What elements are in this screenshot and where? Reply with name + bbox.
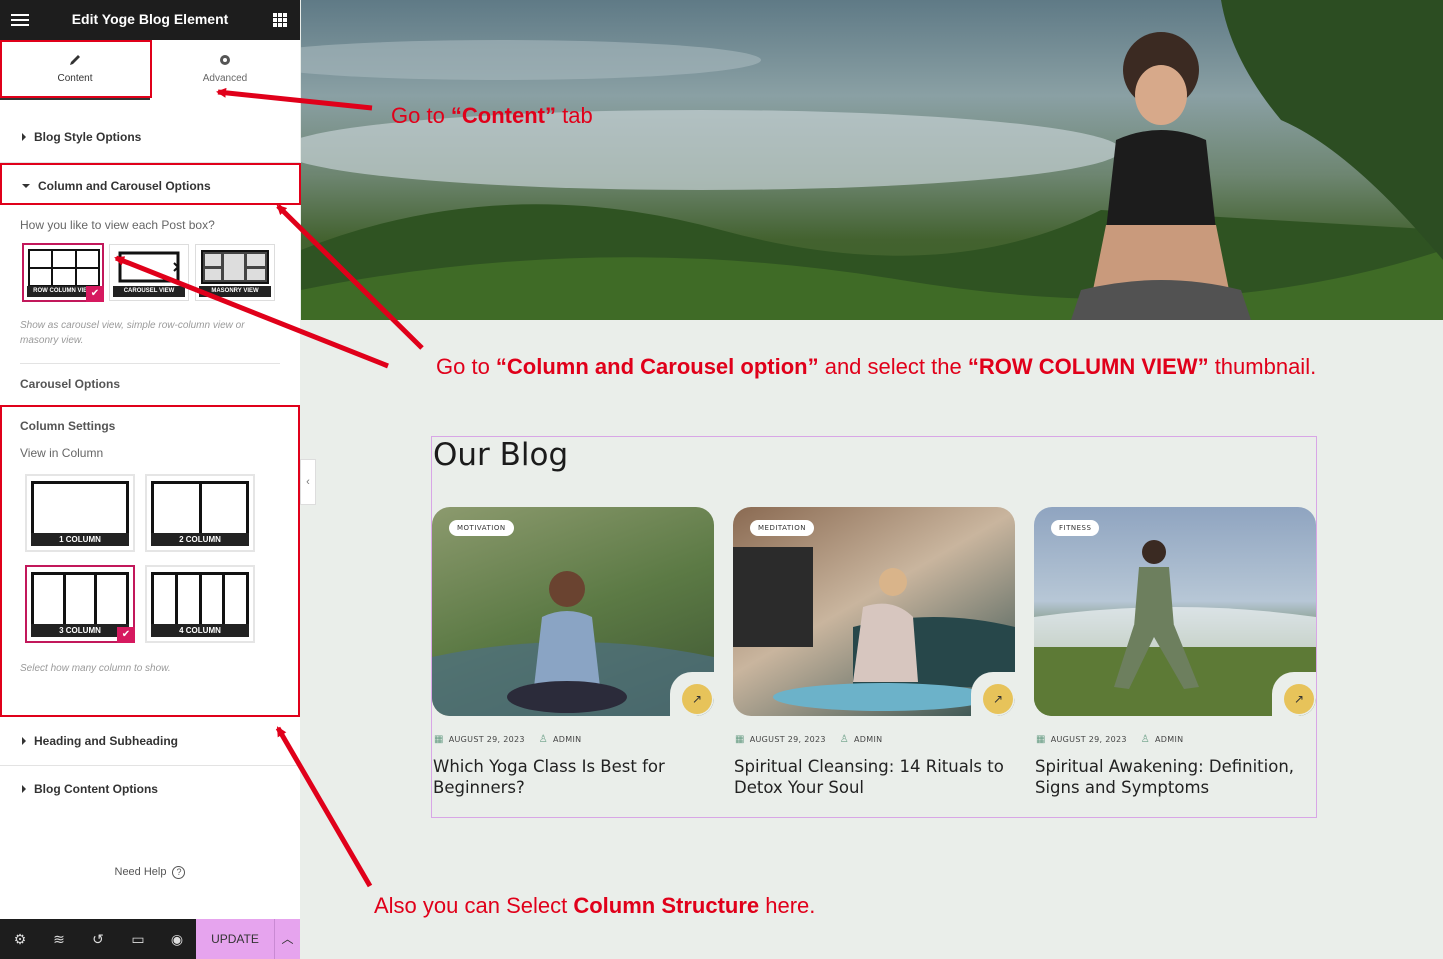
widgets-grid-icon[interactable] bbox=[273, 13, 287, 27]
annotation-column-carousel: Go to “Column and Carousel option” and s… bbox=[436, 354, 1316, 380]
annotation-column-structure: Also you can Select Column Structure her… bbox=[374, 893, 815, 919]
panel-footer: ⚙ ≋ ↺ ▭ ◉ UPDATE ︿ bbox=[0, 919, 300, 959]
annotation-bold: “ROW COLUMN VIEW” bbox=[967, 354, 1209, 379]
post-date: AUGUST 29, 2023 bbox=[1050, 735, 1127, 744]
section-blog-style[interactable]: Blog Style Options bbox=[0, 130, 300, 144]
row-column-view-thumbnail bbox=[28, 249, 100, 287]
gear-icon bbox=[220, 55, 230, 65]
blog-card[interactable]: FITNESS ↗ ▦ AUGUST 29, 2023 ♙ ADMIN Spiritu… bbox=[1034, 507, 1316, 797]
annotation-text: and select the bbox=[818, 354, 968, 379]
check-icon: ✔ bbox=[86, 286, 104, 302]
highlight-content-tab bbox=[0, 40, 152, 98]
highlight-column-carousel bbox=[0, 163, 301, 205]
annotation-text: here. bbox=[759, 893, 816, 918]
category-badge[interactable]: MEDITATION bbox=[750, 520, 814, 536]
settings-gear-icon[interactable]: ⚙ bbox=[12, 931, 28, 947]
tab-advanced[interactable]: Advanced bbox=[150, 40, 300, 98]
post-author[interactable]: ADMIN bbox=[854, 735, 882, 744]
annotation-content-tab: Go to “Content” tab bbox=[391, 103, 593, 129]
divider bbox=[0, 765, 300, 766]
panel-header: Edit Yoge Blog Element bbox=[0, 0, 300, 40]
hero-image bbox=[301, 0, 1443, 320]
annotation-bold: Column Structure bbox=[573, 893, 760, 918]
category-badge[interactable]: MOTIVATION bbox=[449, 520, 514, 536]
caret-right-icon bbox=[22, 785, 26, 794]
annotation-text: Go to bbox=[391, 103, 451, 128]
caret-right-icon bbox=[22, 737, 26, 746]
calendar-icon: ▦ bbox=[735, 734, 745, 745]
annotation-bold: “Content” bbox=[450, 103, 557, 128]
annotation-text: tab bbox=[556, 103, 593, 128]
post-title[interactable]: Spiritual Awakening: Definition, Signs a… bbox=[1035, 756, 1317, 798]
section-blog-content[interactable]: Blog Content Options bbox=[0, 782, 300, 796]
section-heading-subheading[interactable]: Heading and Subheading bbox=[0, 734, 300, 748]
row-column-view-option[interactable]: ROW COLUMN VIEW ✔ bbox=[22, 243, 104, 302]
carousel-options-label[interactable]: Carousel Options bbox=[20, 377, 120, 391]
annotation-text: thumbnail. bbox=[1208, 354, 1317, 379]
arrow-link-icon[interactable]: ↗ bbox=[1284, 684, 1314, 714]
section-label: Heading and Subheading bbox=[34, 734, 179, 748]
tab-advanced-label: Advanced bbox=[202, 73, 248, 84]
responsive-icon[interactable]: ▭ bbox=[130, 931, 146, 947]
preview-eye-icon[interactable]: ◉ bbox=[169, 931, 185, 947]
arrow-link-icon[interactable]: ↗ bbox=[682, 684, 712, 714]
post-title[interactable]: Which Yoga Class Is Best for Beginners? bbox=[433, 756, 715, 798]
blog-card[interactable]: MEDITATION ↗ ▦ AUGUST 29, 2023 ♙ ADMIN Spir… bbox=[733, 507, 1015, 797]
masonry-view-option[interactable]: MASONRY VIEW bbox=[195, 244, 275, 301]
divider bbox=[20, 363, 280, 364]
section-label: Blog Content Options bbox=[34, 782, 158, 796]
carousel-view-option[interactable]: CAROUSEL VIEW bbox=[109, 244, 189, 301]
masonry-view-thumbnail bbox=[201, 250, 269, 284]
chevron-up-icon[interactable]: ︿ bbox=[274, 919, 300, 959]
need-help-label: Need Help bbox=[114, 866, 167, 878]
arrow-link-icon[interactable]: ↗ bbox=[983, 684, 1013, 714]
post-author[interactable]: ADMIN bbox=[1155, 735, 1183, 744]
annotation-text: Go to bbox=[436, 354, 496, 379]
calendar-icon: ▦ bbox=[1036, 734, 1046, 745]
post-date: AUGUST 29, 2023 bbox=[749, 735, 826, 744]
post-meta: ▦ AUGUST 29, 2023 ♙ ADMIN bbox=[434, 734, 581, 745]
post-title[interactable]: Spiritual Cleansing: 14 Rituals to Detox… bbox=[734, 756, 1016, 798]
user-icon: ♙ bbox=[538, 734, 549, 745]
section-label: Blog Style Options bbox=[34, 130, 142, 144]
help-icon: ? bbox=[172, 866, 186, 879]
layers-icon[interactable]: ≋ bbox=[51, 931, 67, 947]
history-icon[interactable]: ↺ bbox=[90, 931, 106, 947]
carousel-view-thumbnail bbox=[118, 251, 180, 283]
blog-card[interactable]: MOTIVATION ↗ ▦ AUGUST 29, 2023 ♙ ADMIN Whic… bbox=[432, 507, 714, 797]
post-meta: ▦ AUGUST 29, 2023 ♙ ADMIN bbox=[1036, 734, 1183, 745]
user-icon: ♙ bbox=[1140, 734, 1151, 745]
post-meta: ▦ AUGUST 29, 2023 ♙ ADMIN bbox=[735, 734, 882, 745]
post-image[interactable]: FITNESS ↗ bbox=[1034, 507, 1316, 716]
blog-heading: Our Blog bbox=[433, 437, 569, 473]
view-hint: Show as carousel view, simple row-column… bbox=[20, 320, 245, 346]
post-image[interactable]: MEDITATION ↗ bbox=[733, 507, 1015, 716]
category-badge[interactable]: FITNESS bbox=[1051, 520, 1100, 536]
calendar-icon: ▦ bbox=[434, 734, 444, 745]
panel-title: Edit Yoge Blog Element bbox=[71, 11, 229, 27]
thumb-caption: CAROUSEL VIEW bbox=[113, 286, 185, 297]
post-author[interactable]: ADMIN bbox=[553, 735, 581, 744]
update-button[interactable]: UPDATE bbox=[196, 919, 274, 959]
annotation-bold: “Column and Carousel option” bbox=[495, 354, 819, 379]
post-image[interactable]: MOTIVATION ↗ bbox=[432, 507, 714, 716]
view-question: How you like to view each Post box? bbox=[20, 218, 215, 232]
hero-scene bbox=[301, 0, 1443, 320]
thumb-caption: MASONRY VIEW bbox=[199, 286, 271, 297]
annotation-text: Also you can Select bbox=[374, 893, 574, 918]
need-help-link[interactable]: Need Help? bbox=[0, 866, 300, 879]
post-date: AUGUST 29, 2023 bbox=[448, 735, 525, 744]
user-icon: ♙ bbox=[839, 734, 850, 745]
highlight-column-settings bbox=[0, 405, 300, 717]
caret-right-icon bbox=[22, 133, 26, 142]
collapse-panel-button[interactable]: ‹ bbox=[300, 459, 316, 505]
